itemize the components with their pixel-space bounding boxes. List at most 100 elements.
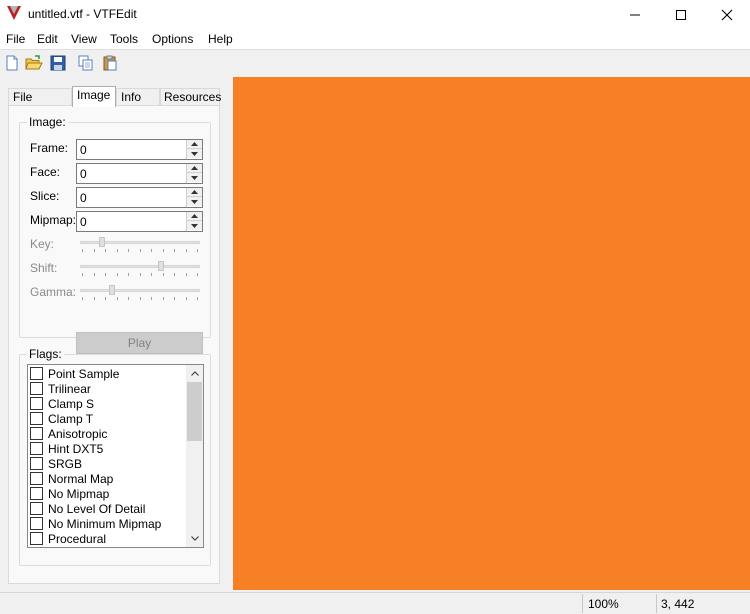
flag-item[interactable]: Procedural (30, 531, 185, 546)
menu-bar: File Edit View Tools Options Help (0, 29, 750, 49)
flag-label: No Minimum Mipmap (48, 516, 162, 531)
flags-scrollbar[interactable] (186, 365, 203, 547)
flag-item[interactable]: No Minimum Mipmap (30, 516, 185, 531)
tab-resources[interactable]: Resources (160, 88, 221, 106)
flag-checkbox[interactable] (30, 457, 43, 470)
scrollbar-thumb[interactable] (187, 382, 202, 441)
flag-checkbox[interactable] (30, 532, 43, 545)
scroll-down-icon[interactable] (186, 530, 203, 547)
save-icon[interactable] (48, 53, 68, 73)
face-label: Face: (30, 165, 61, 179)
image-group-title: Image: (27, 115, 68, 129)
face-spinner[interactable]: 0 (76, 163, 203, 184)
flag-checkbox[interactable] (30, 487, 43, 500)
flag-item[interactable]: No Level Of Detail (30, 501, 185, 516)
flag-item[interactable]: Normal Map (30, 471, 185, 486)
frame-label: Frame: (30, 141, 69, 155)
minimize-button[interactable] (612, 0, 658, 29)
key-slider-thumb[interactable] (99, 237, 105, 247)
new-file-icon[interactable] (2, 53, 22, 73)
shift-label: Shift: (30, 261, 58, 275)
tab-image[interactable]: Image (72, 86, 116, 107)
flag-label: Hint DXT5 (48, 441, 104, 456)
mipmap-up-arrow-icon[interactable] (187, 212, 202, 221)
gamma-slider-thumb[interactable] (109, 285, 115, 295)
flags-list[interactable]: Point Sample Trilinear Clamp S Clamp T Aniso… (27, 364, 204, 548)
menu-view[interactable]: View (71, 32, 97, 46)
slice-label: Slice: (30, 189, 60, 203)
vtfedit-app-icon (6, 5, 22, 21)
flag-item[interactable]: SRGB (30, 456, 185, 471)
tab-strip: File System Image Info Resources (8, 86, 221, 118)
flag-item[interactable]: Anisotropic (30, 426, 185, 441)
key-slider[interactable] (80, 237, 200, 253)
status-bar: 100% 3, 442 (0, 592, 750, 614)
flag-label: Clamp T (48, 411, 94, 426)
frame-up-arrow-icon[interactable] (187, 140, 202, 149)
mipmap-down-arrow-icon[interactable] (187, 221, 202, 230)
play-button[interactable]: Play (76, 332, 203, 354)
slice-value: 0 (80, 191, 87, 205)
frame-spinner[interactable]: 0 (76, 139, 203, 160)
toolbar (0, 49, 750, 75)
maximize-button[interactable] (658, 0, 704, 29)
flag-item[interactable]: Clamp T (30, 411, 185, 426)
flag-label: Normal Map (48, 471, 114, 486)
flag-label: Point Sample (48, 366, 120, 381)
flag-checkbox[interactable] (30, 517, 43, 530)
flag-checkbox[interactable] (30, 442, 43, 455)
flags-group: Flags: Point Sample Trilinear Clamp S Clamp… (19, 347, 211, 566)
slice-down-arrow-icon[interactable] (187, 197, 202, 206)
flag-label: Procedural (48, 531, 107, 546)
paste-icon[interactable] (100, 53, 120, 73)
window-title: untitled.vtf - VTFEdit (28, 7, 137, 21)
flag-checkbox[interactable] (30, 382, 43, 395)
flag-checkbox[interactable] (30, 427, 43, 440)
flag-checkbox[interactable] (30, 397, 43, 410)
slice-up-arrow-icon[interactable] (187, 188, 202, 197)
flag-label: SRGB (48, 456, 83, 471)
shift-slider-thumb[interactable] (158, 261, 164, 271)
image-group: Image: Frame: 0 Face: 0 Slice: 0 Mipmap:… (19, 115, 211, 354)
slice-spinner[interactable]: 0 (76, 187, 203, 208)
flag-item[interactable]: No Mipmap (30, 486, 185, 501)
tab-info[interactable]: Info (116, 88, 160, 106)
title-bar: untitled.vtf - VTFEdit (0, 0, 750, 29)
flag-item[interactable]: Trilinear (30, 381, 185, 396)
face-down-arrow-icon[interactable] (187, 173, 202, 182)
mipmap-spinner[interactable]: 0 (76, 211, 203, 232)
flag-label: Trilinear (48, 381, 91, 396)
menu-file[interactable]: File (6, 32, 25, 46)
flag-checkbox[interactable] (30, 412, 43, 425)
texture-preview (233, 77, 750, 590)
flags-group-title: Flags: (27, 347, 64, 361)
flag-item[interactable]: Hint DXT5 (30, 441, 185, 456)
tab-file-system[interactable]: File System (8, 88, 72, 118)
scroll-up-icon[interactable] (186, 365, 203, 382)
mipmap-value: 0 (80, 215, 87, 229)
flag-checkbox[interactable] (30, 367, 43, 380)
gamma-slider[interactable] (80, 285, 200, 301)
flag-checkbox[interactable] (30, 472, 43, 485)
mipmap-label: Mipmap: (30, 213, 77, 227)
menu-tools[interactable]: Tools (110, 32, 138, 46)
flag-label: Anisotropic (48, 426, 108, 441)
close-button[interactable] (704, 0, 750, 29)
left-panel: File System Image Info Resources Image: … (0, 77, 228, 590)
gamma-label: Gamma: (30, 285, 77, 299)
shift-slider[interactable] (80, 261, 200, 277)
key-label: Key: (30, 237, 55, 251)
flag-item[interactable]: Point Sample (30, 366, 185, 381)
flag-checkbox[interactable] (30, 502, 43, 515)
frame-value: 0 (80, 143, 87, 157)
face-up-arrow-icon[interactable] (187, 164, 202, 173)
flag-label: No Level Of Detail (48, 501, 146, 516)
copy-icon[interactable] (76, 53, 96, 73)
frame-down-arrow-icon[interactable] (187, 149, 202, 158)
menu-help[interactable]: Help (208, 32, 233, 46)
flag-item[interactable]: Clamp S (30, 396, 185, 411)
image-tab-page: Image: Frame: 0 Face: 0 Slice: 0 Mipmap:… (8, 105, 220, 584)
menu-edit[interactable]: Edit (37, 32, 58, 46)
menu-options[interactable]: Options (152, 32, 193, 46)
open-folder-icon[interactable] (24, 53, 44, 73)
